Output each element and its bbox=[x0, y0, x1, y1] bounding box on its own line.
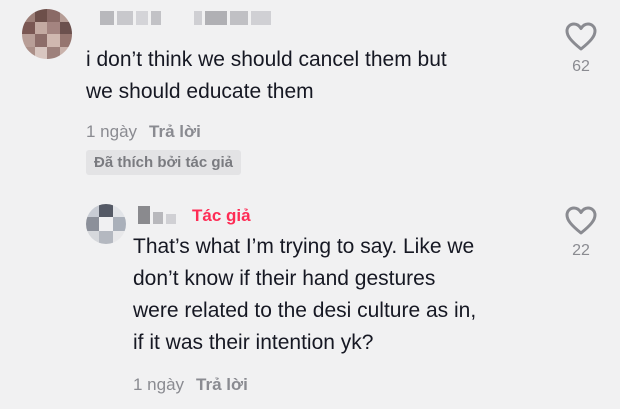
liked-by-author-badge: Đã thích bởi tác giả bbox=[86, 150, 242, 175]
username-blurred[interactable] bbox=[100, 11, 271, 25]
comment-time: 1 ngày bbox=[133, 375, 185, 394]
comment-text: i don’t think we should cancel them but … bbox=[86, 48, 447, 103]
like-button[interactable]: 22 bbox=[561, 206, 601, 260]
comment-time: 1 ngày bbox=[86, 122, 138, 141]
like-count: 22 bbox=[572, 242, 590, 259]
heart-outline-icon bbox=[565, 22, 597, 51]
reply-button[interactable]: Trả lời bbox=[149, 122, 201, 142]
comment-meta: 1 ngày Trả lời bbox=[133, 375, 248, 395]
like-count: 62 bbox=[572, 58, 590, 75]
comment-text: That’s what I’m trying to say. Like we d… bbox=[133, 235, 477, 354]
reply-comment-item: Tác giả That’s what I’m trying to say. L… bbox=[0, 198, 620, 409]
reply-button[interactable]: Trả lời bbox=[196, 375, 248, 395]
like-button[interactable]: 62 bbox=[561, 22, 601, 76]
comment-item: i don’t think we should cancel them but … bbox=[0, 0, 620, 200]
username-blurred[interactable] bbox=[138, 206, 176, 224]
heart-outline-icon bbox=[565, 206, 597, 235]
comment-meta: 1 ngày Trả lời bbox=[86, 122, 201, 142]
author-badge: Tác giả bbox=[192, 206, 251, 225]
avatar[interactable] bbox=[22, 9, 72, 59]
avatar[interactable] bbox=[86, 204, 126, 244]
